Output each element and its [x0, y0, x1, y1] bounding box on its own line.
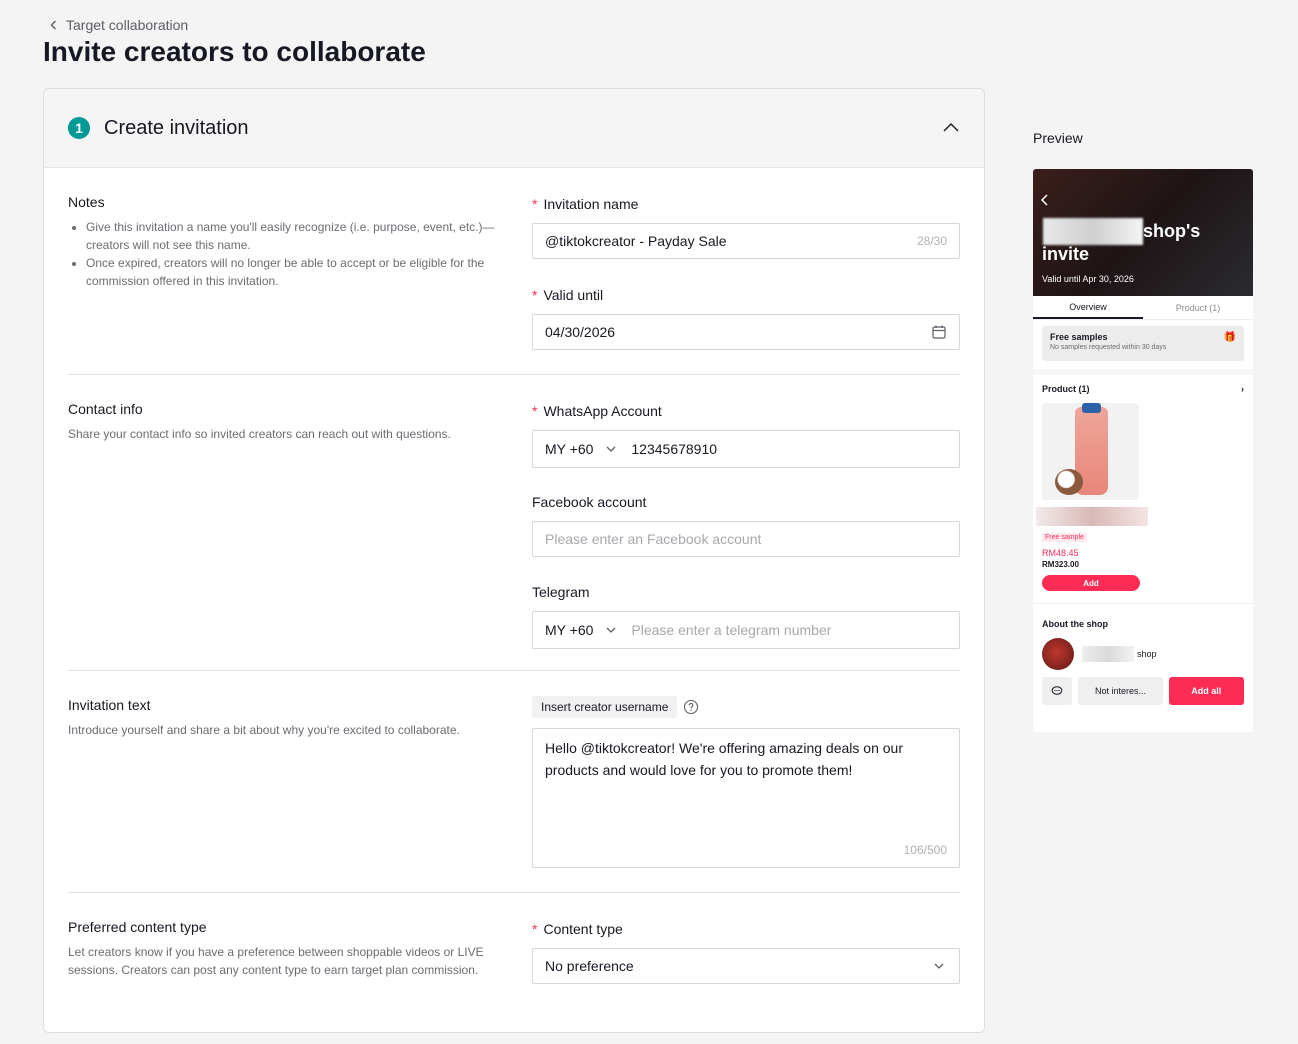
content-type-label: Content type	[543, 921, 623, 937]
gift-icon: 🎁	[1223, 332, 1236, 343]
add-all-button: Add all	[1168, 677, 1244, 705]
facebook-placeholder: Please enter an Facebook account	[545, 531, 762, 547]
breadcrumb-label: Target collaboration	[66, 17, 189, 33]
free-samples-box: Free samples No samples requested within…	[1042, 326, 1244, 361]
preview-action-buttons: Not interes... Add all	[1033, 670, 1253, 705]
shop-row: shop	[1033, 629, 1253, 670]
valid-until-input[interactable]: 04/30/2026	[532, 314, 960, 350]
chevron-left-icon	[50, 20, 56, 30]
free-sample-tag: Free sample	[1042, 533, 1087, 542]
content-type-field: * Content type No preference	[532, 921, 960, 984]
free-samples-title: Free samples	[1050, 332, 1108, 342]
blurred-shop-name	[1043, 218, 1143, 245]
card-title: Create invitation	[104, 116, 249, 139]
card-header[interactable]: 1 Create invitation	[44, 89, 984, 168]
divider	[68, 892, 960, 893]
chevron-up-icon[interactable]	[942, 119, 960, 137]
invitation-name-field: * Invitation name @tiktokcreator - Payday…	[532, 196, 960, 259]
whatsapp-input[interactable]: MY +60 12345678910	[532, 430, 960, 468]
free-samples-sub: No samples requested within 30 days	[1050, 344, 1167, 351]
content-type-select[interactable]: No preference	[532, 948, 960, 984]
telegram-field: Telegram MY +60 Please enter a telegram …	[532, 584, 960, 649]
breadcrumb[interactable]: Target collaboration	[48, 17, 188, 33]
telegram-country-code: MY +60	[545, 622, 594, 638]
invitation-textarea[interactable]: Hello @tiktokcreator! We're offering ama…	[532, 728, 960, 868]
invitation-text-counter: 106/500	[903, 843, 947, 857]
invitation-text-field: Insert creator username Hello @tiktokcre…	[532, 696, 960, 868]
chevron-right-icon: ›	[1241, 384, 1244, 394]
preview-product-title: Product (1)	[1042, 384, 1090, 394]
telegram-input[interactable]: MY +60 Please enter a telegram number	[532, 611, 960, 649]
valid-until-value: 04/30/2026	[545, 324, 616, 340]
page-title: Invite creators to collaborate	[43, 36, 426, 67]
product-price: RM48.45	[1042, 548, 1079, 558]
whatsapp-country-select[interactable]: MY +60	[545, 441, 631, 457]
preview-phone: shop's invite Valid until Apr 30, 2026 O…	[1033, 169, 1253, 732]
preview-hero: shop's invite Valid until Apr 30, 2026	[1033, 169, 1253, 296]
about-shop-title: About the shop	[1033, 603, 1253, 629]
preview-invite-title: invite	[1042, 244, 1090, 264]
blurred-shop-name	[1082, 646, 1134, 662]
preview-tabs: Overview Product (1)	[1033, 296, 1253, 320]
notes-bullet: Once expired, creators will no longer be…	[86, 254, 498, 290]
step-badge: 1	[68, 117, 90, 139]
whatsapp-label: WhatsApp Account	[543, 403, 662, 419]
telegram-country-select[interactable]: MY +60	[545, 622, 631, 638]
invitation-name-input[interactable]: @tiktokcreator - Payday Sale 28/30	[532, 223, 960, 259]
notes-list: Give this invitation a name you'll easil…	[68, 218, 498, 290]
product-original-price: RM323.00	[1042, 560, 1079, 569]
preview-label: Preview	[1033, 130, 1083, 146]
divider	[68, 670, 960, 671]
help-icon[interactable]	[683, 699, 699, 715]
blurred-product-name	[1036, 507, 1148, 526]
invitation-name-counter: 28/30	[916, 234, 947, 248]
preview-add-button: Add	[1042, 575, 1140, 591]
calendar-icon[interactable]	[932, 325, 946, 339]
content-type-value: No preference	[545, 958, 634, 974]
facebook-input[interactable]: Please enter an Facebook account	[532, 521, 960, 557]
whatsapp-field: * WhatsApp Account MY +60 12345678910	[532, 403, 960, 468]
invitation-name-value: @tiktokcreator - Payday Sale	[545, 233, 727, 249]
preview-tab-product: Product (1)	[1175, 302, 1221, 313]
preview-product-header: Product (1) ›	[1033, 375, 1253, 403]
divider	[68, 374, 960, 375]
shop-suffix: shop	[1137, 649, 1157, 659]
notes-bullet: Give this invitation a name you'll easil…	[86, 218, 498, 254]
contact-desc: Share your contact info so invited creat…	[68, 427, 451, 441]
not-interested-button: Not interes...	[1078, 677, 1163, 705]
invitation-text-desc: Introduce yourself and share a bit about…	[68, 723, 460, 737]
valid-until-field: * Valid until 04/30/2026	[532, 287, 960, 350]
preview-tab-overview: Overview	[1033, 296, 1143, 319]
product-image	[1042, 403, 1139, 500]
preview-valid-text: Valid until Apr 30, 2026	[1042, 274, 1134, 284]
valid-until-label: Valid until	[543, 287, 604, 303]
facebook-field: Facebook account Please enter an Faceboo…	[532, 494, 960, 557]
avatar	[1042, 638, 1074, 670]
chevron-down-icon	[606, 446, 616, 452]
chat-icon	[1042, 677, 1073, 705]
preview-shop-title: shop's	[1143, 221, 1201, 241]
chevron-down-icon	[606, 627, 616, 633]
whatsapp-country-code: MY +60	[545, 441, 594, 457]
facebook-label: Facebook account	[532, 494, 647, 510]
invitation-name-label: Invitation name	[543, 196, 639, 212]
insert-username-button[interactable]: Insert creator username	[532, 696, 678, 718]
telegram-label: Telegram	[532, 584, 590, 600]
content-type-desc: Let creators know if you have a preferen…	[68, 945, 484, 977]
whatsapp-number: 12345678910	[631, 441, 718, 457]
telegram-placeholder: Please enter a telegram number	[631, 622, 832, 638]
invitation-text-value: Hello @tiktokcreator! We're offering ama…	[545, 740, 903, 778]
create-invitation-card: 1 Create invitation Notes Give this invi…	[43, 88, 985, 1033]
back-arrow-icon	[1040, 194, 1048, 206]
chevron-down-icon	[934, 963, 944, 969]
